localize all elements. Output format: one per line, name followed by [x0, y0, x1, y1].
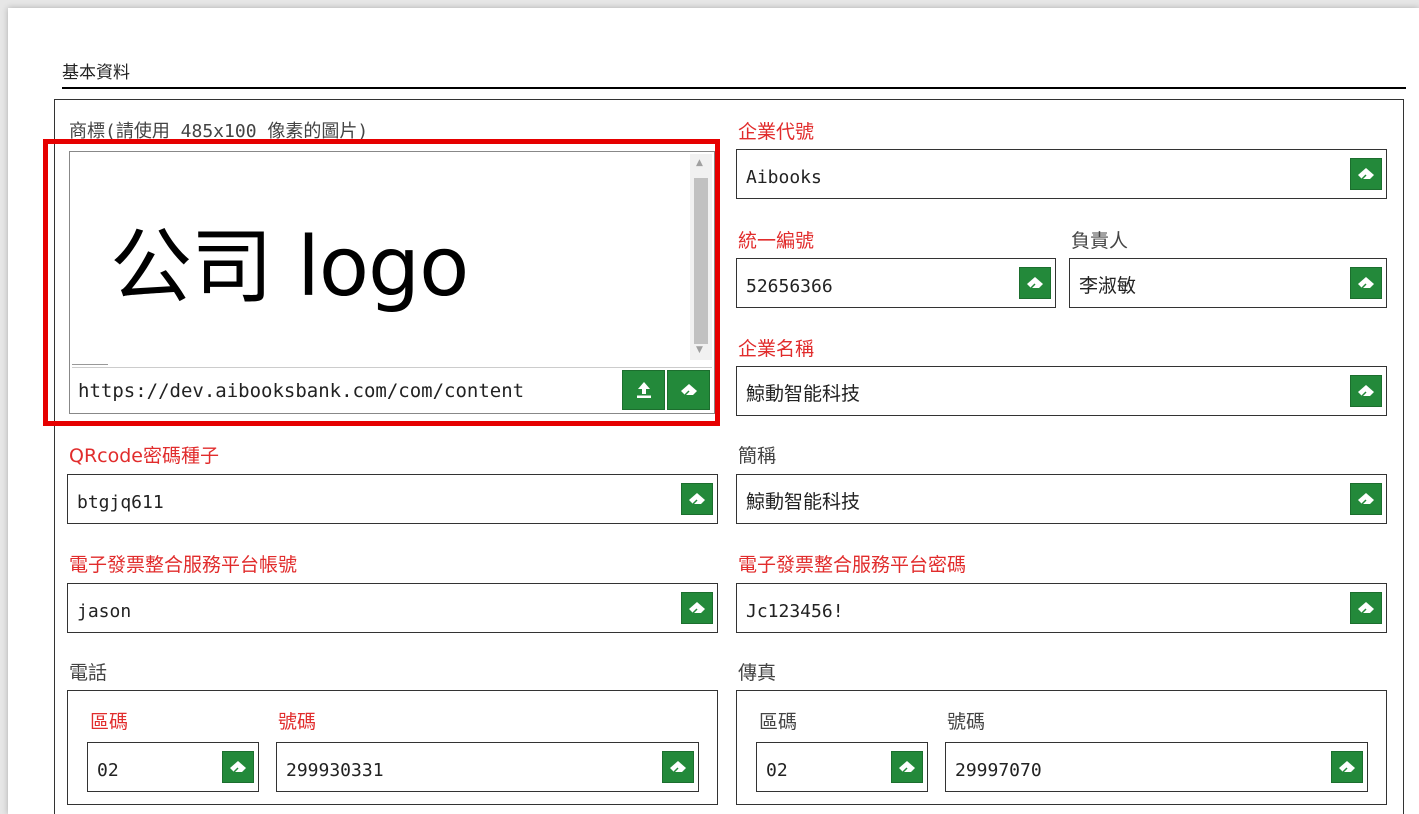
clear-einvoice-account-button[interactable] — [681, 592, 713, 624]
company-name-label: 企業名稱 — [738, 338, 815, 360]
phone-area-value[interactable]: 02 — [88, 754, 222, 781]
clear-phone-area-button[interactable] — [222, 751, 254, 783]
short-name-field[interactable]: 鯨動智能科技 — [736, 474, 1387, 524]
short-name-label: 簡稱 — [738, 445, 777, 467]
logo-highlight-box — [43, 139, 720, 426]
eraser-icon — [1358, 602, 1374, 614]
tax-id-label: 統一編號 — [738, 230, 815, 252]
eraser-icon — [899, 761, 915, 773]
fax-label: 傳真 — [738, 662, 777, 684]
phone-area-field[interactable]: 02 — [87, 742, 259, 792]
phone-area-label: 區碼 — [90, 711, 129, 733]
fax-area-value[interactable]: 02 — [757, 754, 891, 781]
phone-number-label: 號碼 — [278, 711, 317, 733]
clear-fax-area-button[interactable] — [891, 751, 923, 783]
clear-owner-button[interactable] — [1350, 267, 1382, 299]
clear-company-code-button[interactable] — [1350, 158, 1382, 190]
eraser-icon — [1358, 385, 1374, 397]
qrcode-seed-label: QRcode密碼種子 — [69, 445, 219, 467]
einvoice-account-label: 電子發票整合服務平台帳號 — [69, 554, 298, 576]
owner-label: 負責人 — [1071, 230, 1129, 252]
einvoice-password-value[interactable]: Jc123456! — [737, 595, 1350, 622]
owner-value[interactable]: 李淑敏 — [1070, 269, 1350, 298]
tax-id-field[interactable]: 52656366 — [736, 258, 1056, 308]
phone-number-field[interactable]: 299930331 — [276, 742, 699, 792]
eraser-icon — [689, 493, 705, 505]
fax-area-field[interactable]: 02 — [756, 742, 928, 792]
clear-tax-id-button[interactable] — [1019, 267, 1051, 299]
einvoice-password-field[interactable]: Jc123456! — [736, 583, 1387, 633]
eraser-icon — [230, 761, 246, 773]
clear-qrcode-seed-button[interactable] — [681, 483, 713, 515]
fax-number-field[interactable]: 29997070 — [945, 742, 1368, 792]
qrcode-seed-field[interactable]: btgjq611 — [67, 474, 718, 524]
company-code-value[interactable]: Aibooks — [737, 161, 1350, 188]
eraser-icon — [670, 761, 686, 773]
company-code-label: 企業代號 — [738, 121, 815, 143]
eraser-icon — [689, 602, 705, 614]
clear-phone-number-button[interactable] — [662, 751, 694, 783]
clear-fax-number-button[interactable] — [1331, 751, 1363, 783]
einvoice-account-value[interactable]: jason — [68, 595, 681, 622]
section-divider — [62, 87, 1406, 89]
fax-number-label: 號碼 — [947, 711, 986, 733]
qrcode-seed-value[interactable]: btgjq611 — [68, 486, 681, 513]
eraser-icon — [1027, 277, 1043, 289]
eraser-icon — [1358, 277, 1374, 289]
clear-einvoice-password-button[interactable] — [1350, 592, 1382, 624]
short-name-value[interactable]: 鯨動智能科技 — [737, 485, 1350, 514]
tax-id-value[interactable]: 52656366 — [737, 270, 1019, 297]
company-code-field[interactable]: Aibooks — [736, 149, 1387, 199]
clear-short-name-button[interactable] — [1350, 483, 1382, 515]
company-name-field[interactable]: 鯨動智能科技 — [736, 366, 1387, 416]
eraser-icon — [1358, 168, 1374, 180]
einvoice-account-field[interactable]: jason — [67, 583, 718, 633]
fax-number-value[interactable]: 29997070 — [946, 754, 1331, 781]
phone-number-value[interactable]: 299930331 — [277, 754, 662, 781]
phone-label: 電話 — [69, 662, 108, 684]
company-name-value[interactable]: 鯨動智能科技 — [737, 377, 1350, 406]
eraser-icon — [1339, 761, 1355, 773]
section-title: 基本資料 — [62, 63, 130, 83]
clear-company-name-button[interactable] — [1350, 375, 1382, 407]
owner-field[interactable]: 李淑敏 — [1069, 258, 1387, 308]
eraser-icon — [1358, 493, 1374, 505]
fax-area-label: 區碼 — [759, 711, 798, 733]
einvoice-password-label: 電子發票整合服務平台密碼 — [738, 554, 967, 576]
